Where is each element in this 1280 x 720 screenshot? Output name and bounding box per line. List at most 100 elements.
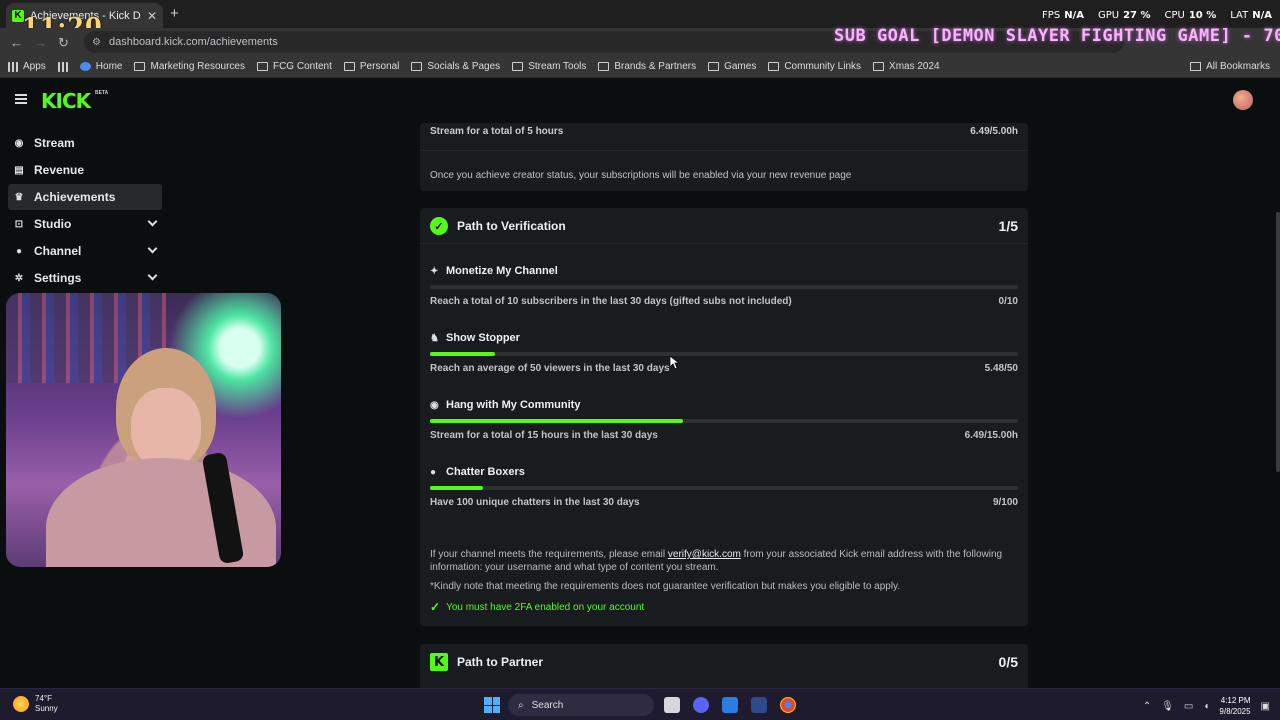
verified-badge-icon: ✓: [430, 217, 448, 235]
avatar[interactable]: [1233, 90, 1253, 110]
task-value: 6.49/15.00h: [964, 430, 1018, 441]
folder-icon: [512, 62, 524, 71]
globe-icon: [79, 62, 91, 71]
performance-overlay: FPS N/A GPU 27 % CPU 10 % LAT N/A: [1042, 10, 1272, 21]
requirement-value: 6.49/5.00h: [970, 126, 1018, 137]
trophy-icon: ♛: [14, 191, 24, 203]
bookmark-home[interactable]: Home: [79, 61, 122, 72]
site-info-icon[interactable]: ⚙: [92, 37, 101, 48]
progress-bar: [430, 352, 1018, 356]
sidebar-item-stream[interactable]: ◉ Stream: [8, 130, 162, 156]
search-label: Search: [531, 699, 564, 711]
bookmark-folder[interactable]: Games: [708, 61, 756, 72]
forward-icon[interactable]: →: [34, 35, 47, 50]
notifications-icon[interactable]: ▣: [1261, 701, 1270, 712]
folder-icon: [134, 62, 146, 71]
gpu-value: 27 %: [1123, 10, 1151, 21]
chrome-icon[interactable]: [780, 697, 796, 713]
sidebar-item-settings[interactable]: ✲ Settings: [8, 265, 162, 291]
system-tray: ⌃ 🎙 ▭ ◖ 4:12 PM 9/8/2025 ▣: [1143, 695, 1270, 717]
partner-header[interactable]: K Path to Partner 0/5: [430, 653, 1018, 671]
kick-logo[interactable]: KICK: [41, 89, 91, 113]
bookmark-folder[interactable]: FCG Content: [256, 61, 332, 72]
bookmark-folder[interactable]: Stream Tools: [512, 61, 586, 72]
task-value: 9/100: [992, 497, 1018, 508]
folder-icon: [598, 62, 610, 71]
page-scrollbar[interactable]: [1276, 212, 1280, 472]
progress-bar: [430, 486, 1018, 490]
task-title: Monetize My Channel: [446, 265, 558, 277]
search-icon: ⌕: [518, 699, 524, 711]
reload-icon[interactable]: ↻: [58, 35, 69, 51]
sidebar-item-channel[interactable]: ● Channel: [8, 238, 162, 264]
file-explorer-icon[interactable]: [664, 697, 680, 713]
progress-bar: [430, 285, 1018, 289]
windows-start-icon[interactable]: [484, 697, 500, 713]
chevron-down-icon: [147, 243, 158, 254]
disclaimer-text: *Kindly note that meeting the requiremen…: [430, 581, 901, 592]
app-icon[interactable]: [751, 697, 767, 713]
streamdeck-icon[interactable]: [722, 697, 738, 713]
gpu-label: GPU: [1097, 10, 1120, 21]
weather-widget[interactable]: 74°F Sunny: [13, 694, 58, 714]
sidebar-item-revenue[interactable]: ▤ Revenue: [8, 157, 162, 183]
viewers-icon: ♞: [430, 332, 439, 344]
lat-value: N/A: [1252, 10, 1272, 21]
network-icon[interactable]: ▭: [1184, 701, 1193, 712]
section-count: 1/5: [998, 218, 1018, 234]
verification-card: ✓ Path to Verification 1/5 ✦ Monetize My …: [420, 208, 1028, 626]
bookmark-folder[interactable]: Xmas 2024: [873, 61, 940, 72]
lat-stat: LAT N/A: [1230, 10, 1272, 21]
discord-icon[interactable]: [693, 697, 709, 713]
taskbar-search[interactable]: ⌕ Search: [508, 694, 654, 716]
weather-temp: 74°F: [35, 694, 52, 703]
all-bookmarks[interactable]: All Bookmarks: [1190, 61, 1270, 72]
webcam-overlay: [6, 293, 281, 567]
bookmark-label: FCG Content: [272, 61, 332, 72]
folder-icon: [873, 62, 885, 71]
email-link[interactable]: verify@kick.com: [668, 549, 741, 560]
task-title: Hang with My Community: [446, 399, 581, 411]
all-bookmarks-label: All Bookmarks: [1206, 61, 1270, 72]
bookmark-folder[interactable]: Marketing Resources: [134, 61, 245, 72]
cpu-label: CPU: [1164, 10, 1185, 21]
creator-note: Once you achieve creator status, your su…: [430, 170, 852, 181]
bookmark-label: Games: [724, 61, 757, 72]
apps-icon: [8, 61, 18, 72]
check-icon: ✓: [430, 600, 441, 614]
task-value: 0/10: [998, 296, 1018, 307]
task-description: Have 100 unique chatters in the last 30 …: [430, 497, 640, 508]
bookmark-folder[interactable]: Community Links: [768, 61, 861, 72]
chevron-up-icon[interactable]: ⌃: [1143, 701, 1151, 712]
partner-card: K Path to Partner 0/5: [420, 644, 1028, 694]
menu-icon[interactable]: [15, 94, 27, 104]
new-tab-icon[interactable]: +: [170, 5, 179, 22]
bookmark-folder[interactable]: Brands & Partners: [598, 61, 696, 72]
sidebar-item-studio[interactable]: ⊡ Studio: [8, 211, 162, 237]
close-tab-icon[interactable]: ✕: [147, 9, 157, 23]
bookmark-folder[interactable]: Socials & Pages: [411, 61, 500, 72]
beta-tag: BETA: [95, 90, 109, 96]
dashboard-header: KICK BETA: [0, 79, 1280, 123]
progress-fill: [430, 419, 683, 423]
verification-header[interactable]: ✓ Path to Verification 1/5: [430, 217, 1018, 235]
requirement-text: You must have 2FA enabled on your accoun…: [446, 601, 645, 613]
grid-icon: [57, 61, 68, 72]
volume-icon[interactable]: ◖: [1203, 701, 1209, 712]
chevron-down-icon: [147, 216, 158, 227]
taskbar-clock[interactable]: 4:12 PM 9/8/2025: [1219, 695, 1250, 717]
progress-fill: [430, 352, 495, 356]
windows-taskbar: 74°F Sunny ⌕ Search ⌃ 🎙 ▭ ◖ 4:12 PM 9/8/202…: [0, 688, 1280, 720]
section-title: Path to Partner: [457, 655, 544, 669]
task-item: ◉ Hang with My Community Stream for a tot…: [430, 399, 1018, 455]
bookmark-grid[interactable]: [57, 61, 68, 72]
bookmark-apps[interactable]: Apps: [8, 61, 46, 72]
bookmark-label: Apps: [23, 61, 46, 72]
back-icon[interactable]: ←: [10, 35, 23, 50]
info-text: If your channel meets the requirements, …: [430, 549, 668, 560]
webcam-face: [131, 388, 201, 468]
sidebar-item-label: Stream: [34, 136, 75, 150]
bookmark-folder[interactable]: Personal: [343, 61, 399, 72]
sidebar-item-achievements[interactable]: ♛ Achievements: [8, 184, 162, 210]
microphone-icon[interactable]: 🎙: [1161, 701, 1174, 712]
